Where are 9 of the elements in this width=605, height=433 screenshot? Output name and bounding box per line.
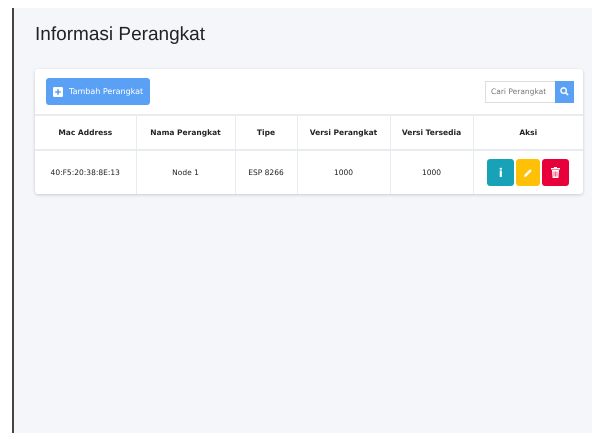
- pencil-icon: [523, 168, 534, 178]
- page-title: Informasi Perangkat: [35, 24, 206, 46]
- search-icon: [560, 87, 569, 96]
- add-device-button[interactable]: Tambah Perangkat: [46, 78, 150, 105]
- info-button[interactable]: i: [487, 159, 514, 186]
- trash-icon: [551, 167, 560, 178]
- plus-icon: [53, 86, 63, 96]
- search-button[interactable]: [555, 80, 574, 102]
- delete-button[interactable]: [542, 159, 570, 186]
